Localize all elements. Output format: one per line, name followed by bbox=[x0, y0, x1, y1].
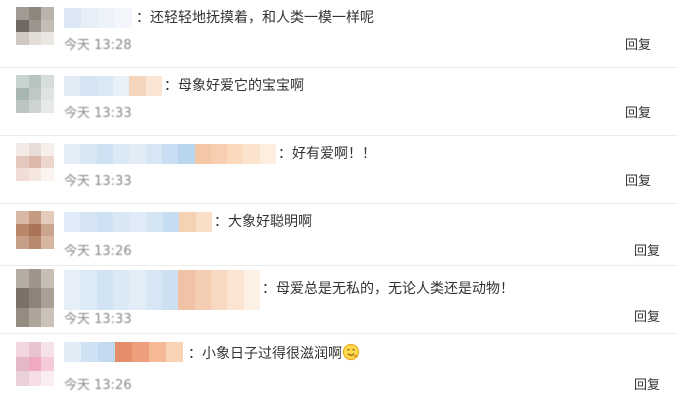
avatar[interactable] bbox=[16, 342, 54, 386]
comment-time: 今天 13:33 bbox=[64, 312, 132, 327]
comment-item: ：大象好聪明啊 今天 13:26 回复 bbox=[0, 204, 678, 266]
comment-text: ：小象日子过得很滋润啊 bbox=[188, 343, 360, 363]
username-blurred[interactable] bbox=[64, 76, 162, 96]
username-blurred[interactable] bbox=[64, 342, 184, 362]
username-blurred[interactable] bbox=[64, 270, 260, 310]
avatar[interactable] bbox=[16, 269, 54, 327]
reply-button[interactable]: 回复 bbox=[625, 170, 651, 189]
username-blurred[interactable] bbox=[64, 8, 132, 28]
comment-text: ：母爱总是无私的，无论人类还是动物！ bbox=[262, 281, 514, 297]
comment-time: 今天 13:26 bbox=[64, 244, 132, 259]
username-blurred[interactable] bbox=[64, 144, 276, 164]
comment-item: ：母象好爱它的宝宝啊 今天 13:33 回复 bbox=[0, 68, 678, 136]
comment-text: ：好有爱啊！！ bbox=[278, 146, 376, 162]
reply-button[interactable]: 回复 bbox=[634, 374, 660, 393]
comment-text: ：还轻轻地抚摸着，和人类一模一样呢 bbox=[136, 10, 374, 26]
reply-button[interactable]: 回复 bbox=[634, 240, 660, 259]
comment-item: ：还轻轻地抚摸着，和人类一模一样呢 今天 13:28 回复 bbox=[0, 0, 678, 68]
username-blurred[interactable] bbox=[64, 212, 212, 232]
smiling-face-emoji-icon bbox=[342, 343, 360, 361]
avatar[interactable] bbox=[16, 75, 54, 113]
reply-button[interactable]: 回复 bbox=[625, 34, 651, 53]
avatar[interactable] bbox=[16, 211, 54, 249]
comment-text: ：大象好聪明啊 bbox=[214, 214, 312, 230]
comment-time: 今天 13:33 bbox=[64, 106, 132, 121]
comment-item: ：母爱总是无私的，无论人类还是动物！ 今天 13:33 回复 bbox=[0, 266, 678, 334]
comment-item: ：小象日子过得很滋润啊 今天 13:26 回复 bbox=[0, 334, 678, 403]
comment-time: 今天 13:26 bbox=[64, 378, 132, 393]
comment-item: ：好有爱啊！！ 今天 13:33 回复 bbox=[0, 136, 678, 204]
reply-button[interactable]: 回复 bbox=[634, 306, 660, 325]
avatar[interactable] bbox=[16, 7, 54, 45]
comment-text: ：母象好爱它的宝宝啊 bbox=[164, 78, 304, 94]
comment-text-content: ：小象日子过得很滋润啊 bbox=[188, 346, 342, 362]
comment-time: 今天 13:33 bbox=[64, 174, 132, 189]
reply-button[interactable]: 回复 bbox=[625, 102, 651, 121]
avatar[interactable] bbox=[16, 143, 54, 181]
comment-time: 今天 13:28 bbox=[64, 38, 132, 53]
